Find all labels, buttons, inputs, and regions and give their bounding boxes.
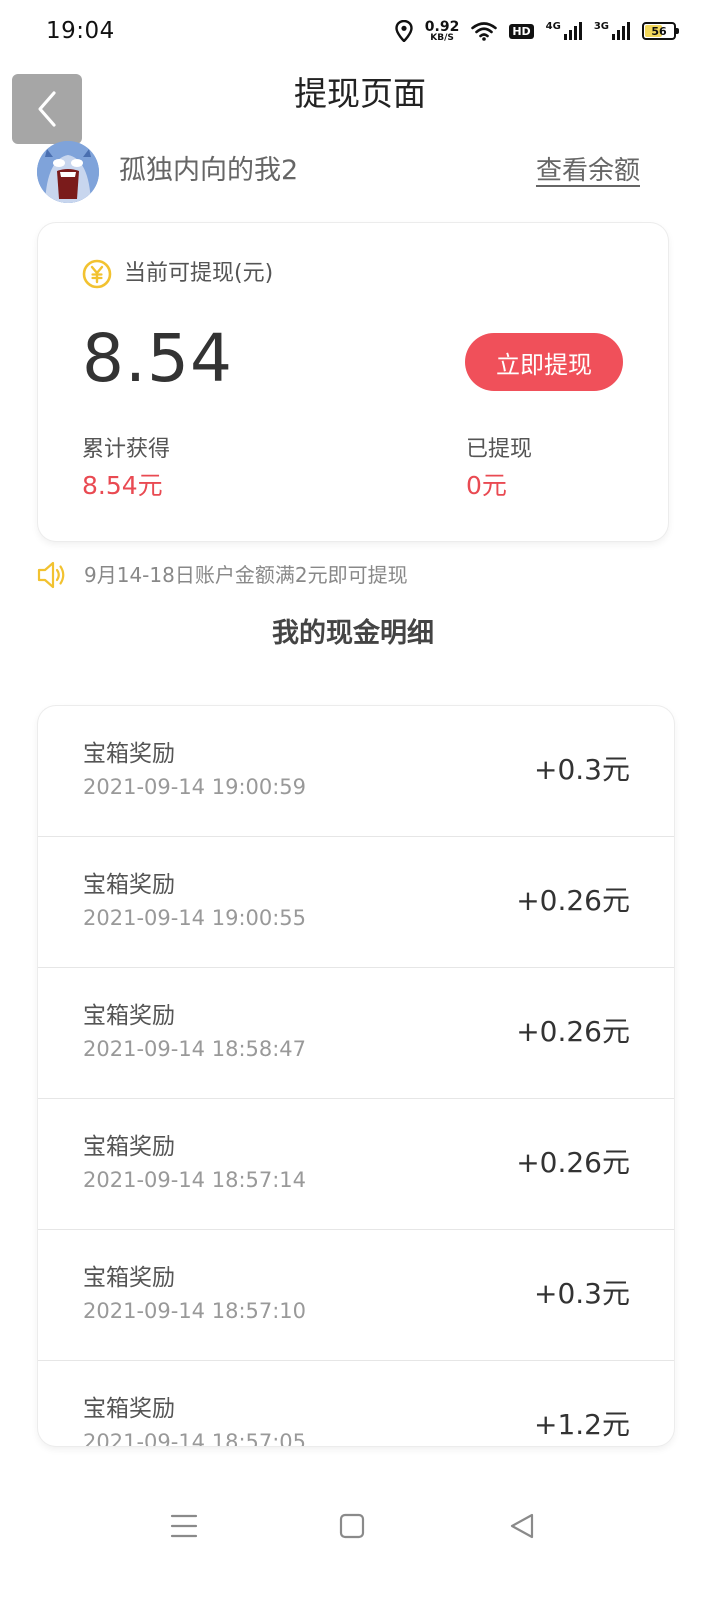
battery-icon: 56 [642,22,679,40]
avatar-image [37,141,99,203]
chevron-left-icon [38,91,56,127]
table-row: 宝箱奖励 2021-09-14 18:58:47 +0.26元 [38,968,674,1099]
back-button[interactable] [12,74,82,144]
tx-time: 2021-09-14 19:00:55 [83,906,307,930]
table-row: 宝箱奖励 2021-09-14 18:57:14 +0.26元 [38,1099,674,1230]
nav-home-button[interactable] [332,1508,372,1544]
net-speed: 0.92 KB/S [425,20,460,43]
table-row: 宝箱奖励 2021-09-14 19:00:59 +0.3元 [38,706,674,837]
hd-badge: HD [509,23,534,39]
transaction-list[interactable]: 宝箱奖励 2021-09-14 19:00:59 +0.3元 宝箱奖励 2021… [38,706,674,1446]
yuan-coin-icon [82,259,112,289]
tx-time: 2021-09-14 19:00:59 [83,775,307,799]
net-speed-value: 0.92 [424,18,460,35]
status-bar: 19:04 0.92 KB/S HD 4G 3G 56 [0,0,720,62]
tx-amount: +0.3元 [534,1277,630,1310]
tx-title: 宝箱奖励 [83,741,175,767]
tx-title: 宝箱奖励 [83,872,175,898]
total-earned-value: 8.54元 [82,471,163,500]
signal-3g-icon: 3G [594,22,630,40]
view-balance-link[interactable]: 查看余额 [536,154,640,188]
available-amount: 8.54 [82,320,233,397]
withdraw-now-button[interactable]: 立即提现 [465,333,623,391]
table-row: 宝箱奖励 2021-09-14 19:00:55 +0.26元 [38,837,674,968]
signal-4g-label: 4G [545,21,561,32]
tx-time: 2021-09-14 18:57:10 [83,1299,307,1323]
net-speed-unit: KB/S [430,32,454,43]
location-icon [395,20,413,42]
system-nav-bar [0,1490,720,1560]
tx-time: 2021-09-14 18:57:05 [83,1430,307,1446]
tx-amount: +0.26元 [516,884,630,917]
total-earned-label: 累计获得 [82,437,171,462]
back-triangle-icon [510,1513,534,1539]
withdrawn-label: 已提现 [466,437,533,462]
tx-amount: +1.2元 [534,1408,630,1441]
menu-icon [170,1514,198,1538]
status-time: 19:04 [46,18,115,44]
tx-amount: +0.26元 [516,1146,630,1179]
withdraw-page: 19:04 0.92 KB/S HD 4G 3G 56 提现页面 孤独内向的我2… [0,0,720,1600]
status-icons: 0.92 KB/S HD 4G 3G 56 [395,20,679,43]
tx-time: 2021-09-14 18:57:14 [83,1168,307,1192]
cash-detail-title: 我的现金明细 [272,618,434,649]
page-title: 提现页面 [294,74,426,113]
tx-time: 2021-09-14 18:58:47 [83,1037,307,1061]
withdrawn-value: 0元 [466,471,507,500]
tx-title: 宝箱奖励 [83,1265,175,1291]
nav-menu-button[interactable] [164,1508,204,1544]
signal-3g-label: 3G [593,21,609,32]
tx-title: 宝箱奖励 [83,1396,175,1422]
tx-title: 宝箱奖励 [83,1134,175,1160]
username: 孤独内向的我2 [119,155,299,186]
signal-4g-icon: 4G [546,22,582,40]
speaker-icon [37,561,65,589]
table-row: 宝箱奖励 2021-09-14 18:57:10 +0.3元 [38,1230,674,1361]
home-square-icon [339,1513,365,1539]
withdraw-summary-card: 当前可提现(元) 8.54 立即提现 累计获得 8.54元 已提现 0元 [38,223,668,541]
withdraw-notice: 9月14-18日账户金额满2元即可提现 [84,563,408,587]
nav-back-button[interactable] [502,1508,542,1544]
tx-title: 宝箱奖励 [83,1003,175,1029]
wifi-icon [471,22,498,41]
table-row: 宝箱奖励 2021-09-14 18:57:05 +1.2元 [38,1361,674,1446]
tx-amount: +0.26元 [516,1015,630,1048]
available-label: 当前可提现(元) [124,261,274,286]
battery-level: 56 [651,24,667,38]
tx-amount: +0.3元 [534,753,630,786]
avatar[interactable] [37,141,99,203]
